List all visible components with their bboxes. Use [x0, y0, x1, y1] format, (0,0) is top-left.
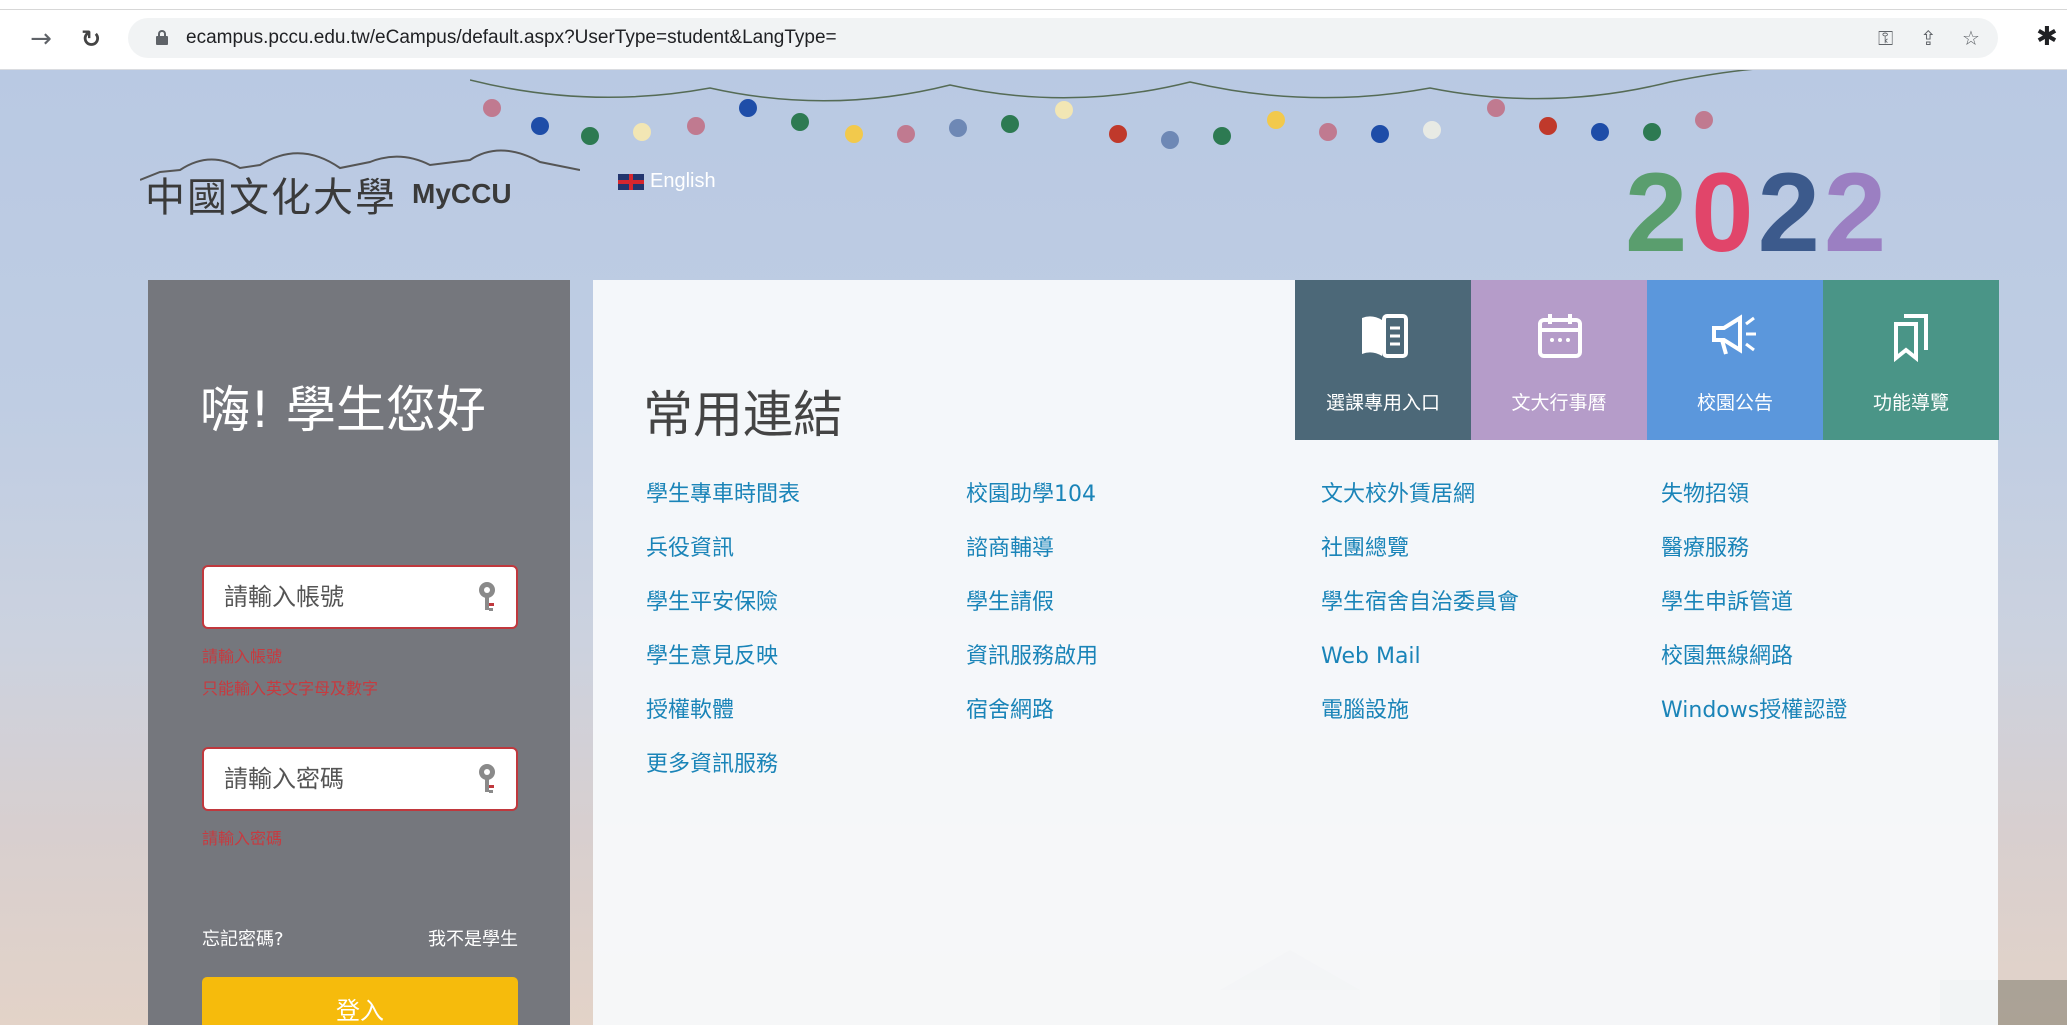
string-lights-decoration	[470, 70, 1753, 149]
forgot-password-link[interactable]: 忘記密碼?	[202, 925, 284, 951]
link-licensed-software[interactable]: 授權軟體	[646, 696, 800, 750]
browser-toolbar: → ↻ ecampus.pccu.edu.tw/eCampus/default.…	[0, 0, 2067, 70]
link-campus-aid-104[interactable]: 校園助學104	[966, 480, 1098, 534]
url-text[interactable]: ecampus.pccu.edu.tw/eCampus/default.aspx…	[186, 18, 837, 58]
link-student-insurance[interactable]: 學生平安保險	[646, 588, 800, 642]
tile-announcements[interactable]: 校園公告	[1647, 280, 1823, 440]
tab-strip	[0, 0, 2067, 10]
link-dorm-committee[interactable]: 學生宿舍自治委員會	[1321, 588, 1519, 642]
links-title: 常用連結	[643, 386, 843, 444]
key-icon	[479, 764, 495, 793]
password-field[interactable]	[202, 747, 518, 811]
link-campus-wifi[interactable]: 校園無線網路	[1661, 642, 1847, 696]
account-input[interactable]	[224, 567, 464, 627]
myccu-logo: MyCCU	[412, 178, 512, 209]
account-field[interactable]	[202, 565, 518, 629]
megaphone-icon	[1712, 314, 1756, 355]
links-column-3: 文大校外賃居網 社團總覽 學生宿舍自治委員會 Web Mail 電腦設施	[1321, 480, 1519, 750]
extensions-puzzle-icon[interactable]: ✱	[2036, 22, 2058, 52]
back-arrow-icon[interactable]: →	[26, 24, 56, 54]
greeting-title: 嗨! 學生您好	[200, 381, 486, 439]
account-error-format: 只能輸入英文字母及數字	[202, 679, 379, 698]
reload-icon[interactable]: ↻	[76, 24, 106, 54]
link-clubs-overview[interactable]: 社團總覽	[1321, 534, 1519, 588]
tile-label: 校園公告	[1696, 392, 1773, 414]
common-links-panel: 常用連結 選課專用入口 文大行事曆 校園公告 功能導覽 學生專車時間表 兵役資訊…	[593, 280, 1999, 1025]
tile-label: 文大行事曆	[1511, 392, 1607, 414]
link-student-appeals[interactable]: 學生申訴管道	[1661, 588, 1847, 642]
year-banner: 2022	[1625, 150, 1891, 275]
address-bar[interactable]: ecampus.pccu.edu.tw/eCampus/default.aspx…	[128, 18, 1998, 58]
university-logo-zh: 中國文化大學	[145, 175, 397, 221]
tile-feature-guide[interactable]: 功能導覽	[1823, 280, 1999, 440]
link-windows-activation[interactable]: Windows授權認證	[1661, 696, 1847, 750]
key-icon	[479, 582, 495, 611]
lock-icon[interactable]	[156, 30, 168, 45]
link-student-feedback[interactable]: 學生意見反映	[646, 642, 800, 696]
link-dorm-network[interactable]: 宿舍網路	[966, 696, 1098, 750]
uk-flag-icon	[618, 173, 644, 190]
book-icon	[1362, 314, 1408, 358]
calendar-icon	[1538, 314, 1582, 358]
bookmark-icon	[1894, 314, 1928, 362]
account-error-required: 請輸入帳號	[202, 647, 283, 666]
tile-label: 選課專用入口	[1325, 392, 1440, 414]
password-error-required: 請輸入密碼	[202, 829, 283, 848]
not-student-link[interactable]: 我不是學生	[428, 925, 518, 951]
tile-course-selection[interactable]: 選課專用入口	[1295, 280, 1471, 440]
link-computer-facilities[interactable]: 電腦設施	[1321, 696, 1519, 750]
link-medical-services[interactable]: 醫療服務	[1661, 534, 1847, 588]
password-key-icon[interactable]: ⚿	[1878, 18, 1893, 58]
links-column-2: 校園助學104 諮商輔導 學生請假 資訊服務啟用 宿舍網路	[966, 480, 1098, 750]
page-background: 中國文化大學 MyCCU English 2022 嗨! 學生您好 請輸入帳號 …	[0, 70, 2067, 1025]
bookmark-star-icon[interactable]: ☆	[1962, 18, 1980, 58]
links-column-4: 失物招領 醫療服務 學生申訴管道 校園無線網路 Windows授權認證	[1661, 480, 1847, 750]
language-switch[interactable]: English	[618, 170, 716, 193]
link-military-service[interactable]: 兵役資訊	[646, 534, 800, 588]
quick-tiles: 選課專用入口 文大行事曆 校園公告 功能導覽	[1295, 280, 1999, 440]
tile-label: 功能導覽	[1872, 392, 1949, 414]
share-icon[interactable]: ⇪	[1920, 18, 1937, 58]
link-student-leave[interactable]: 學生請假	[966, 588, 1098, 642]
link-web-mail[interactable]: Web Mail	[1321, 642, 1519, 696]
language-label[interactable]: English	[650, 170, 716, 193]
login-panel: 嗨! 學生您好 請輸入帳號 只能輸入英文字母及數字 請輸入密碼 忘記密碼? 我不…	[148, 280, 570, 1025]
login-button[interactable]: 登入	[202, 977, 518, 1025]
link-service-activation[interactable]: 資訊服務啟用	[966, 642, 1098, 696]
link-counseling[interactable]: 諮商輔導	[966, 534, 1098, 588]
link-more-info-services[interactable]: 更多資訊服務	[646, 750, 800, 804]
link-lost-and-found[interactable]: 失物招領	[1661, 480, 1847, 534]
password-input[interactable]	[224, 749, 464, 809]
link-shuttle-schedule[interactable]: 學生專車時間表	[646, 480, 800, 534]
link-off-campus-housing[interactable]: 文大校外賃居網	[1321, 480, 1519, 534]
tile-calendar[interactable]: 文大行事曆	[1471, 280, 1647, 440]
links-column-1: 學生專車時間表 兵役資訊 學生平安保險 學生意見反映 授權軟體 更多資訊服務	[646, 480, 800, 804]
